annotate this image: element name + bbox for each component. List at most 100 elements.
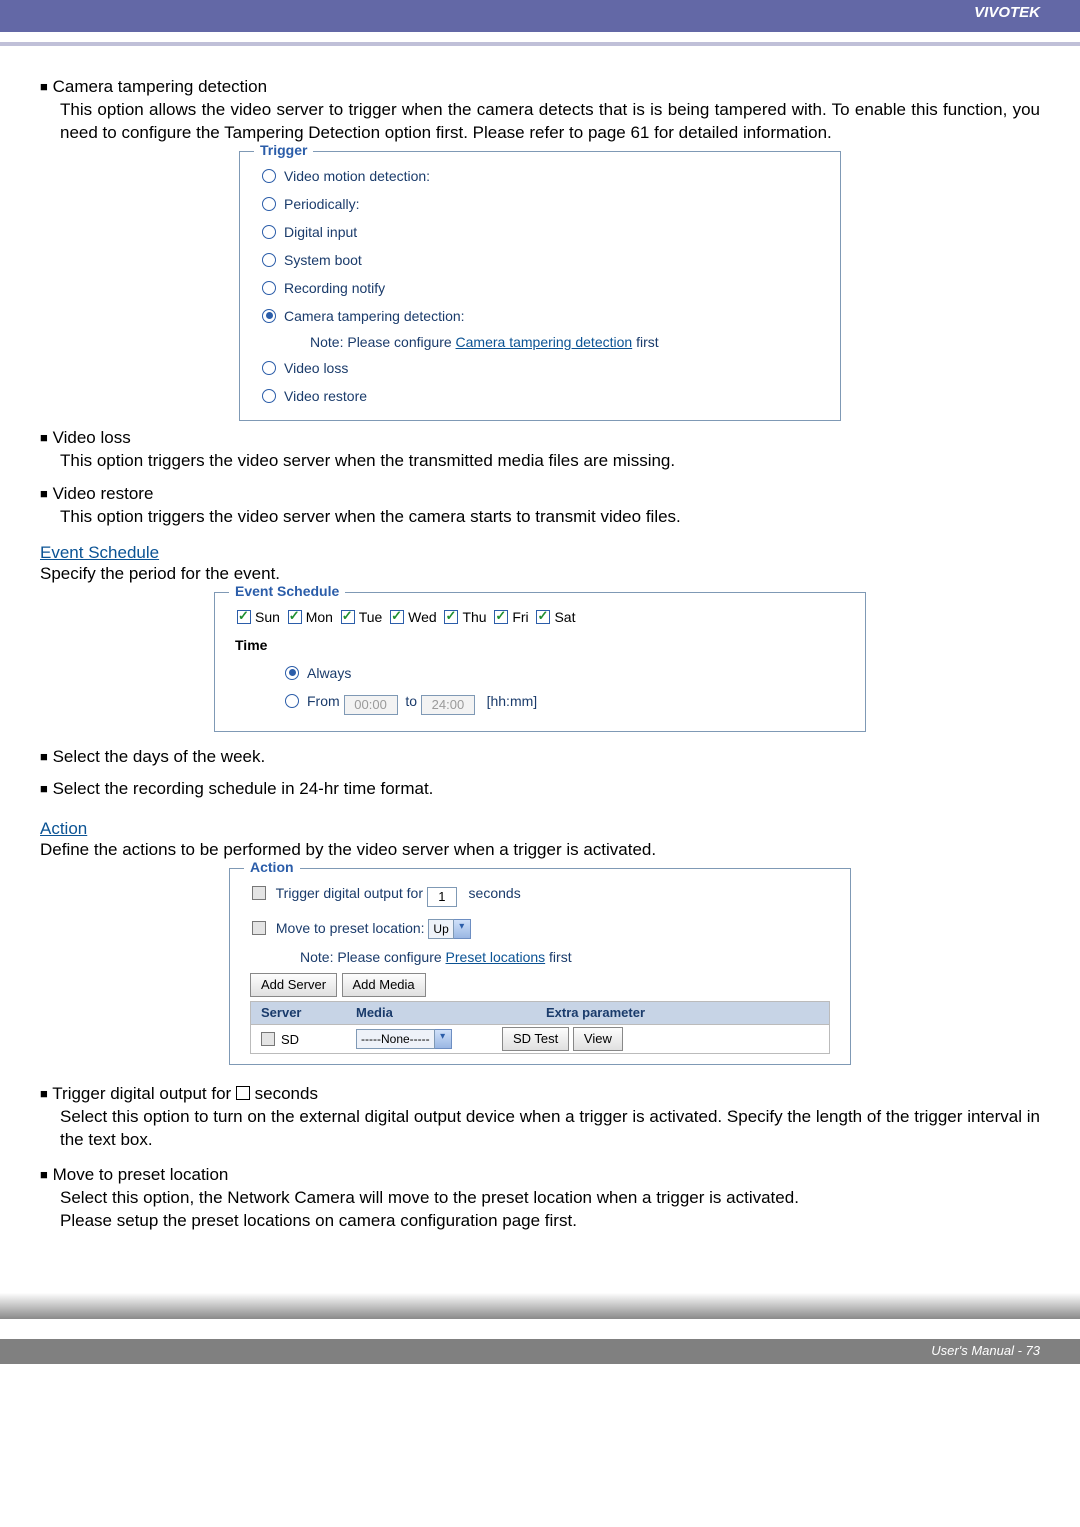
from-time-input[interactable]: 00:00 (344, 695, 398, 715)
trigger-fieldset: Trigger Video motion detection: Periodic… (239, 151, 841, 421)
cell-server: SD (251, 1032, 356, 1047)
note-prefix: Note: Please configure (310, 334, 456, 350)
opt-label: System boot (284, 252, 362, 268)
note-suffix: first (632, 334, 658, 350)
chevron-down-icon[interactable]: ▾ (435, 1029, 452, 1049)
radio-selected-icon (285, 666, 299, 680)
schedule-fieldset: Event Schedule Sun Mon Tue Wed Thu Fri S… (214, 592, 866, 732)
opt-digital-input[interactable]: Digital input (260, 218, 820, 246)
to-time-input[interactable]: 24:00 (421, 695, 475, 715)
bullet-tampering: ■ Camera tampering detection (40, 76, 1040, 99)
radio-selected-icon (262, 309, 276, 323)
bullet-videoloss: ■ Video loss (40, 427, 1040, 450)
chk-move-preset[interactable] (252, 921, 266, 935)
preset-locations-link[interactable]: Preset locations (446, 949, 546, 965)
tampering-body: This option allows the video server to t… (40, 99, 1040, 145)
trigger-output-body: Select this option to turn on the extern… (40, 1106, 1040, 1152)
videoloss-body: This option triggers the video server wh… (40, 450, 1040, 473)
brand-header: VIVOTEK (0, 0, 1080, 32)
radio-icon (262, 361, 276, 375)
opt-video-motion[interactable]: Video motion detection: (260, 162, 820, 190)
trigger-output-title-post: seconds (250, 1084, 318, 1103)
days-row: Sun Mon Tue Wed Thu Fri Sat (235, 603, 845, 631)
add-server-button[interactable]: Add Server (250, 973, 337, 997)
chk-fri[interactable] (494, 610, 508, 624)
bullet-trigger-output: ■ Trigger digital output for seconds (40, 1083, 1040, 1106)
footer-gradient (0, 1293, 1080, 1319)
trigger-seconds-input[interactable]: 1 (427, 887, 457, 907)
opt-label: Camera tampering detection: (284, 308, 465, 324)
preset-note: Note: Please configure Preset locations … (250, 945, 830, 969)
from-label: From (307, 693, 340, 709)
radio-icon (262, 169, 276, 183)
move-preset-body2: Please setup the preset locations on cam… (40, 1210, 1040, 1233)
opt-periodically[interactable]: Periodically: (260, 190, 820, 218)
opt-video-loss[interactable]: Video loss (260, 354, 820, 382)
add-media-button[interactable]: Add Media (342, 973, 426, 997)
bullet-select-rec: ■ Select the recording schedule in 24-hr… (40, 778, 1040, 801)
opt-label: Video restore (284, 388, 367, 404)
chk-sd-row[interactable] (261, 1032, 275, 1046)
day-label: Sat (554, 609, 575, 625)
chk-wed[interactable] (390, 610, 404, 624)
opt-label: Video motion detection: (284, 168, 430, 184)
page-footer: User's Manual - 73 (0, 1339, 1080, 1364)
note-suffix: first (545, 949, 571, 965)
footer-text: User's Manual - 73 (931, 1343, 1040, 1358)
preset-select[interactable]: Up (428, 919, 453, 939)
bullet-icon: ■ (40, 78, 48, 96)
opt-system-boot[interactable]: System boot (260, 246, 820, 274)
opt-always[interactable]: Always (235, 659, 845, 687)
action-link[interactable]: Action (40, 819, 87, 838)
opt-recording-notify[interactable]: Recording notify (260, 274, 820, 302)
row-trigger-digital-output: Trigger digital output for 1 seconds (250, 879, 830, 913)
sd-test-button[interactable]: SD Test (502, 1027, 569, 1051)
schedule-section: Event Schedule (40, 543, 1040, 563)
radio-icon (262, 389, 276, 403)
opt-label: Always (307, 665, 351, 681)
chk-sat[interactable] (536, 610, 550, 624)
chevron-down-icon[interactable]: ▾ (454, 919, 471, 939)
sd-label: SD (281, 1032, 299, 1047)
placeholder-box-icon (236, 1086, 250, 1100)
action-legend: Action (244, 859, 300, 875)
view-button[interactable]: View (573, 1027, 623, 1051)
opt-label: Periodically: (284, 196, 359, 212)
schedule-legend: Event Schedule (229, 583, 345, 599)
bullet-icon: ■ (40, 748, 48, 766)
opt-label: Digital input (284, 224, 357, 240)
to-label: to (405, 693, 417, 709)
chk-sun[interactable] (237, 610, 251, 624)
chk-tue[interactable] (341, 610, 355, 624)
chk-thu[interactable] (444, 610, 458, 624)
tampering-config-link[interactable]: Camera tampering detection (456, 334, 633, 350)
chk-trigger-output[interactable] (252, 886, 266, 900)
bullet-icon: ■ (40, 1166, 48, 1184)
bullet-select-days: ■ Select the days of the week. (40, 746, 1040, 769)
radio-icon (262, 253, 276, 267)
radio-icon (262, 281, 276, 295)
trigger-output-title-pre: Trigger digital output for (52, 1084, 236, 1103)
schedule-intro: Specify the period for the event. (40, 563, 1040, 586)
action-intro: Define the actions to be performed by th… (40, 839, 1040, 862)
media-value: -----None----- (361, 1032, 430, 1046)
day-label: Tue (359, 609, 383, 625)
event-schedule-link[interactable]: Event Schedule (40, 543, 159, 562)
move-preset-label: Move to preset location: (276, 920, 425, 936)
opt-from-to[interactable]: From 00:00 to 24:00 [hh:mm] (235, 687, 845, 721)
move-preset-title: Move to preset location (53, 1165, 229, 1184)
time-label: Time (235, 631, 845, 659)
table-row: SD -----None----- ▾ SD Test View (250, 1025, 830, 1054)
videorestore-body: This option triggers the video server wh… (40, 506, 1040, 529)
videoloss-title: Video loss (53, 428, 131, 447)
action-table-header: Server Media Extra parameter (250, 1001, 830, 1025)
bullet-icon: ■ (40, 780, 48, 798)
chk-mon[interactable] (288, 610, 302, 624)
media-select[interactable]: -----None----- (356, 1029, 435, 1049)
bullet-icon: ■ (40, 1085, 48, 1103)
cell-media: -----None----- ▾ (356, 1029, 496, 1049)
opt-tampering[interactable]: Camera tampering detection: (260, 302, 820, 330)
day-label: Thu (462, 609, 486, 625)
hdr-server: Server (251, 1002, 356, 1024)
opt-video-restore[interactable]: Video restore (260, 382, 820, 410)
